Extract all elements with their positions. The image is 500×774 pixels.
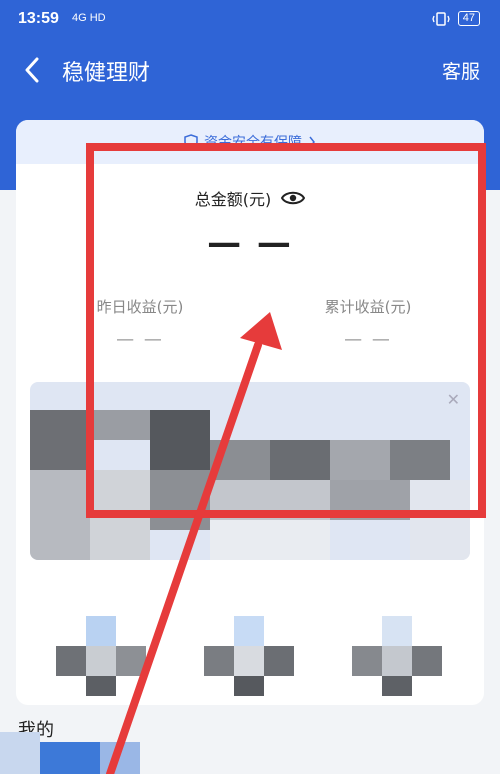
- blurred-list-preview: [0, 732, 500, 774]
- feature-tile[interactable]: [352, 588, 452, 696]
- status-icons: 47: [432, 11, 480, 26]
- feature-tile[interactable]: [56, 588, 156, 696]
- network-indicator: 4G HD: [72, 12, 106, 24]
- battery-indicator: 47: [457, 11, 480, 26]
- back-button[interactable]: [18, 55, 46, 85]
- customer-service-button[interactable]: 客服: [442, 57, 480, 84]
- annotation-highlight-box: [86, 143, 486, 518]
- status-bar: 13:59 4G HD 47: [0, 0, 500, 38]
- page-title: 稳健理财: [62, 61, 151, 86]
- vibrate-icon: [432, 11, 450, 26]
- status-time: 13:59: [18, 10, 59, 27]
- feature-tiles: [16, 588, 484, 698]
- chevron-left-icon: [25, 57, 39, 83]
- feature-tile[interactable]: [204, 588, 304, 696]
